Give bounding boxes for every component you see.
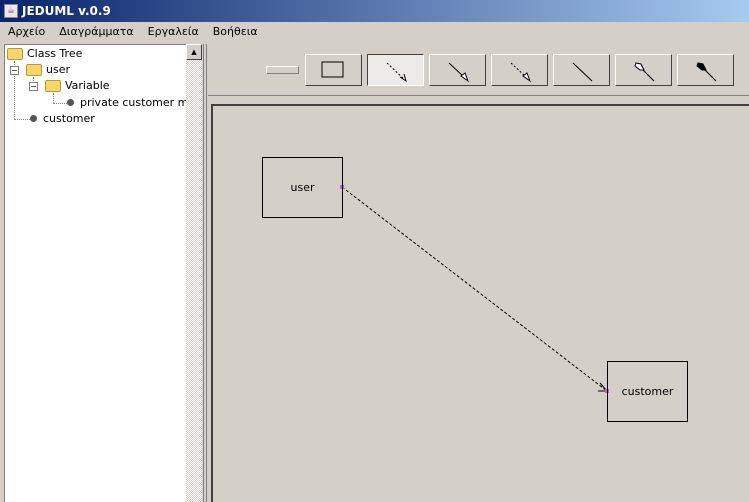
splitter[interactable] (203, 44, 207, 502)
class-tool-button[interactable] (305, 54, 362, 86)
class-name: user (290, 181, 315, 194)
tree-node-class-tree[interactable]: Class Tree (7, 47, 82, 60)
line-tool-button[interactable] (553, 54, 610, 86)
composition-tool-button[interactable] (677, 54, 734, 86)
tree-node-variable[interactable]: Variable (45, 79, 110, 92)
tree-node-user[interactable]: user (26, 63, 70, 76)
toolbar-grip[interactable] (266, 66, 299, 74)
folder-icon (45, 79, 61, 92)
realization-tool-button[interactable] (491, 54, 548, 86)
title-bar: ☕ JEDUML v.0.9 (0, 0, 749, 22)
menu-file[interactable]: Αρχείο (0, 25, 51, 38)
menu-help[interactable]: Βοήθεια (205, 25, 264, 38)
tree-label: private customer m_c (80, 96, 200, 109)
java-icon: ☕ (4, 4, 18, 18)
folder-icon (26, 63, 42, 76)
window-title: JEDUML v.0.9 (22, 4, 111, 18)
class-box-customer[interactable]: customer (607, 361, 688, 422)
tree-label: Class Tree (27, 47, 83, 60)
toolbar (208, 44, 749, 96)
dependency-connection[interactable] (341, 186, 608, 392)
tree-label: Variable (65, 79, 110, 92)
menu-tools[interactable]: Εργαλεία (140, 25, 205, 38)
menu-bar: Αρχείο Διαγράμματα Εργαλεία Βοήθεια (0, 22, 749, 41)
tree-label: user (46, 63, 70, 76)
class-name: customer (621, 385, 674, 398)
class-tree: Class Tree − user − Variable private cus… (4, 44, 200, 502)
aggregation-tool-button[interactable] (615, 54, 672, 86)
collapse-icon[interactable]: − (29, 82, 38, 91)
tree-node-customer[interactable]: customer (30, 112, 95, 125)
association-tool-button[interactable] (429, 54, 486, 86)
leaf-icon (67, 99, 74, 106)
collapse-icon[interactable]: − (10, 66, 19, 75)
tree-node-field[interactable]: private customer m_c (67, 96, 200, 109)
scroll-up-button[interactable]: ▲ (186, 44, 202, 60)
tree-scrollbar[interactable]: ▲ (186, 44, 202, 502)
class-box-user[interactable]: user (262, 157, 343, 218)
folder-icon (7, 47, 23, 60)
menu-diagrams[interactable]: Διαγράμματα (51, 25, 139, 38)
tree-label: customer (43, 112, 95, 125)
leaf-icon (30, 115, 37, 122)
dependency-tool-button[interactable] (367, 54, 424, 86)
diagram-canvas[interactable]: user customer (211, 104, 749, 502)
